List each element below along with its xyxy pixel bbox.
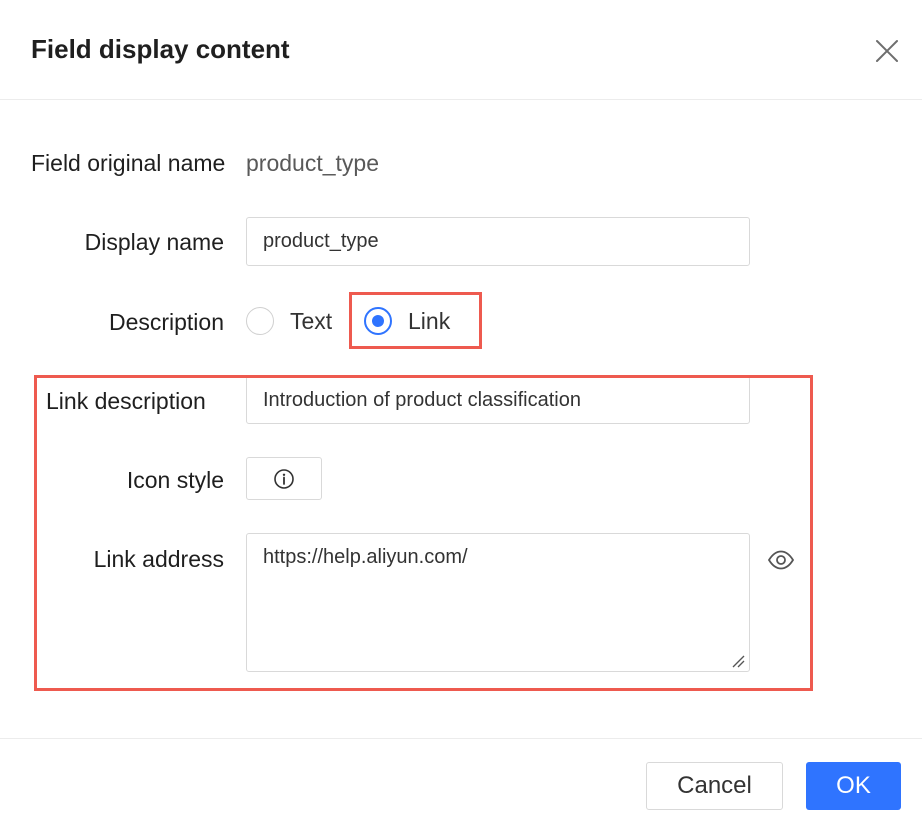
display-name-input[interactable]	[246, 217, 750, 266]
radio-text-circle[interactable]	[246, 307, 274, 335]
link-address-label: Link address	[93, 546, 224, 572]
radio-link-label: Link	[408, 307, 451, 334]
display-name-label: Display name	[84, 229, 224, 255]
ok-button[interactable]: OK	[806, 762, 901, 810]
link-description-input[interactable]	[246, 376, 750, 424]
resize-grip-icon[interactable]	[731, 654, 745, 668]
preview-button[interactable]	[766, 546, 796, 574]
radio-link-circle[interactable]	[364, 307, 392, 335]
dialog-title: Field display content	[31, 34, 290, 64]
close-icon	[876, 40, 898, 62]
link-description-label: Link description	[46, 388, 206, 414]
original-name-value: product_type	[246, 150, 379, 176]
icon-style-label: Icon style	[126, 467, 224, 493]
radio-text-label: Text	[290, 307, 333, 334]
icon-style-selector[interactable]	[246, 457, 322, 500]
cancel-button[interactable]: Cancel	[646, 762, 783, 810]
radio-text[interactable]: Text	[246, 301, 332, 341]
original-name-label: Field original name	[31, 150, 226, 176]
info-circle-icon	[274, 468, 294, 489]
dialog-footer	[0, 738, 922, 820]
radio-link[interactable]: Link	[364, 301, 450, 341]
eye-icon	[767, 550, 795, 570]
dialog-header: Field display content	[0, 0, 922, 100]
description-label: Description	[108, 309, 224, 335]
close-button[interactable]	[872, 36, 902, 66]
link-address-textarea[interactable]: https://help.aliyun.com/	[246, 533, 750, 672]
